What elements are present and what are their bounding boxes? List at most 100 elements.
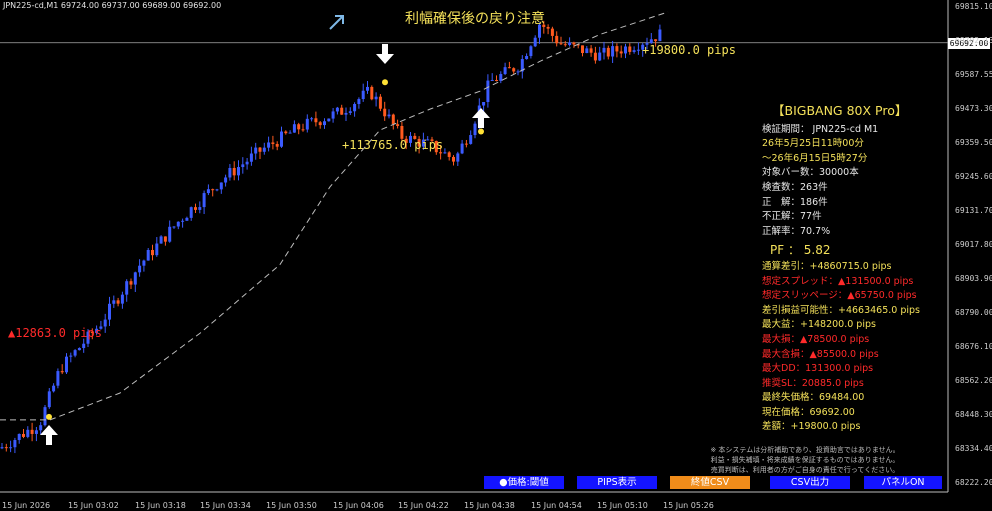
candle-body xyxy=(206,189,210,194)
candle-body xyxy=(439,152,443,154)
candle-body xyxy=(0,447,4,449)
price-tick-label: 69245.60 xyxy=(955,172,992,181)
candle-body xyxy=(525,56,529,60)
candle-body xyxy=(366,86,369,91)
candle-body xyxy=(202,193,206,208)
symbol-info: JPN225-cd,M1 69724.00 69737.00 69689.00 … xyxy=(3,1,222,10)
candle-body xyxy=(632,50,636,52)
candle-body xyxy=(73,350,77,356)
candle-body xyxy=(344,112,348,115)
panel-toggle-button[interactable]: パネルON xyxy=(864,476,942,489)
price-tick-label: 69587.55 xyxy=(955,70,992,79)
disclaimer-line: ※ 本システムは分析補助であり、投資助言ではありません。 xyxy=(710,446,900,454)
panel-line: 最大含損：▲85500.0 pips xyxy=(762,348,879,360)
candle-body xyxy=(469,135,473,144)
candle-body xyxy=(103,319,107,327)
csv-export-button[interactable]: CSV出力 xyxy=(770,476,850,489)
moving-average-line xyxy=(0,11,669,421)
candle-body xyxy=(323,121,326,126)
time-tick-label: 15 Jun 2026 xyxy=(2,501,51,510)
candle-body xyxy=(658,29,662,42)
disclaimer-line: 売買判断は、利用者の方がご自身の責任で行ってください。 xyxy=(710,466,900,474)
panel-line: 検査数：263件 xyxy=(762,181,828,193)
candle-body xyxy=(26,429,30,437)
signal-dot xyxy=(46,413,52,420)
candle-body xyxy=(125,281,129,295)
time-tick-label: 15 Jun 04:38 xyxy=(464,501,515,510)
candle-body xyxy=(163,236,167,242)
candle-body xyxy=(13,440,17,448)
candle-body xyxy=(77,348,81,351)
panel-line: 通算差引：+4860715.0 pips xyxy=(762,260,892,272)
candle-body xyxy=(383,108,387,117)
candle-body xyxy=(361,90,365,100)
candle-body xyxy=(22,433,25,437)
candle-body xyxy=(516,71,520,73)
panel-line: 推奨SL：20885.0 pips xyxy=(762,377,864,389)
price-tick-label: 68676.10 xyxy=(955,342,992,351)
candle-body xyxy=(65,356,68,373)
candle-body xyxy=(30,429,34,434)
candle-body xyxy=(305,118,309,130)
candle-body xyxy=(340,107,344,115)
candle-body xyxy=(133,272,137,285)
candle-body xyxy=(249,153,253,162)
pips-display-button[interactable]: PIPS表示 xyxy=(577,476,657,489)
candle-body xyxy=(146,249,150,261)
candle-body xyxy=(301,129,305,131)
stats-panel: 【BIGBANG 80X Pro】 検証期間： JPN225-cd M1 26年… xyxy=(762,103,942,435)
candle-body xyxy=(503,67,507,75)
candle-body xyxy=(331,111,335,119)
candle-body xyxy=(327,118,331,122)
candle-body xyxy=(636,49,640,51)
sell-arrow-icon xyxy=(376,44,394,64)
candle-body xyxy=(211,189,215,191)
candle-body xyxy=(181,220,185,222)
price-tick-label: 69017.80 xyxy=(955,240,992,249)
candle-body xyxy=(464,143,468,145)
close-csv-button[interactable]: 終値CSV xyxy=(670,476,750,489)
candle-body xyxy=(314,118,318,123)
candle-body xyxy=(585,48,589,54)
candle-body xyxy=(198,207,202,210)
candle-body xyxy=(529,46,533,57)
candle-body xyxy=(151,249,154,256)
candle-body xyxy=(241,164,245,168)
candle-body xyxy=(258,147,262,152)
candle-body xyxy=(155,243,159,256)
candle-body xyxy=(142,260,146,266)
candle-body xyxy=(589,48,593,53)
panel-line: 現在価格：69692.00 xyxy=(762,406,855,418)
panel-line: 最大益：+148200.0 pips xyxy=(762,319,876,331)
candle-body xyxy=(387,114,391,117)
profit-factor: PF ： 5.82 xyxy=(770,243,831,258)
price-tick-label: 69815.10 xyxy=(955,2,992,11)
candle-body xyxy=(512,68,516,72)
candle-body xyxy=(555,35,559,44)
price-tick-label: 68448.30 xyxy=(955,410,992,419)
candle-body xyxy=(606,47,610,57)
price-tick-label: 69359.50 xyxy=(955,138,992,147)
candle-body xyxy=(348,111,352,113)
price-threshold-button[interactable]: ●価格:閾値 xyxy=(484,476,564,489)
time-tick-label: 15 Jun 04:54 xyxy=(531,501,582,510)
candle-body xyxy=(486,80,490,103)
price-tick-label: 68903.90 xyxy=(955,274,992,283)
candle-body xyxy=(568,42,572,46)
candle-body xyxy=(310,118,314,120)
buy-arrow-icon xyxy=(472,108,490,128)
candle-body xyxy=(378,96,382,109)
time-tick-label: 15 Jun 03:34 xyxy=(200,501,251,510)
candle-body xyxy=(194,207,197,210)
candle-body xyxy=(490,79,494,81)
candle-body xyxy=(370,86,374,100)
candle-body xyxy=(189,207,193,218)
candle-body xyxy=(82,343,86,349)
candle-body xyxy=(452,156,455,162)
scroll-arrow-icon[interactable] xyxy=(326,11,348,33)
candle-body xyxy=(108,303,111,320)
candle-body xyxy=(559,43,563,45)
candle-body xyxy=(654,39,658,42)
candle-body xyxy=(159,236,163,244)
candle-body xyxy=(237,167,240,176)
